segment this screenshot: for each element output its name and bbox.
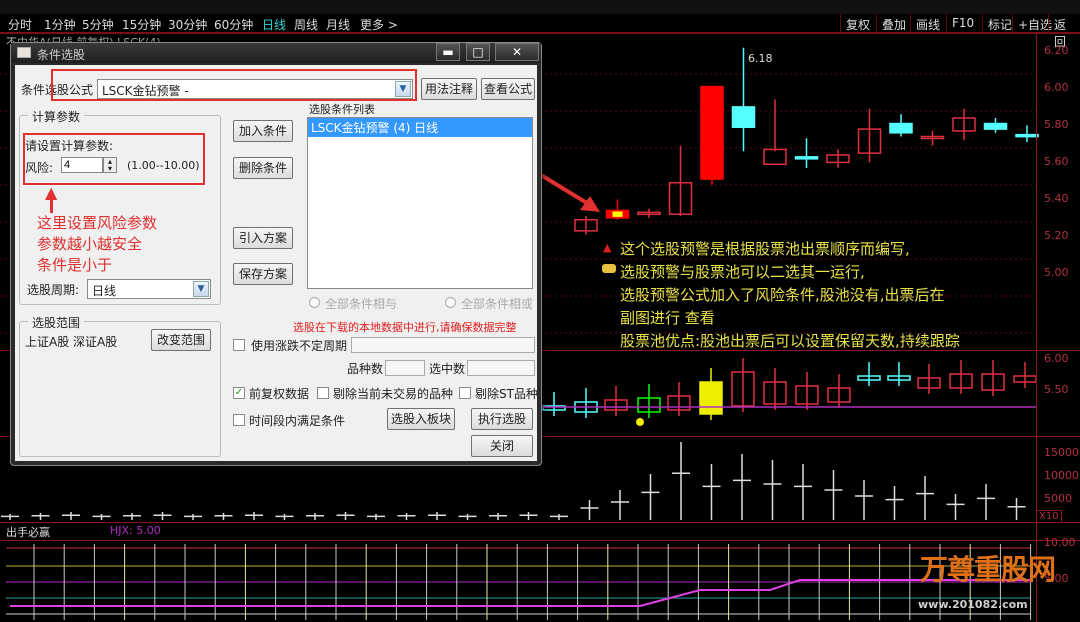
pane-divider xyxy=(0,522,1080,523)
axis-tick-label: 15000 xyxy=(1044,446,1079,459)
axis-tick-label: 5000 xyxy=(1044,492,1072,505)
condition-list-item[interactable]: LSCK金钻预警 (4) 日线 xyxy=(308,118,532,137)
maximize-button[interactable]: □ xyxy=(466,43,490,61)
exclude-untraded-checkbox[interactable] xyxy=(317,387,329,399)
watermark-logo: 万尊重股网 xyxy=(920,553,1056,586)
peak-label: 6.18 xyxy=(748,52,773,65)
scope-group-title: 选股范围 xyxy=(28,314,85,331)
period-label: 选股周期: xyxy=(27,283,80,297)
annotation-line: 条件是小于 xyxy=(37,256,113,274)
exclude-st-checkbox[interactable] xyxy=(459,387,471,399)
pane-divider xyxy=(0,540,1080,541)
highlight-box xyxy=(23,133,205,185)
axis-tick-label: 5.40 xyxy=(1044,192,1069,205)
delete-condition-button[interactable]: 删除条件 xyxy=(233,157,293,179)
variable-period-field[interactable] xyxy=(351,337,535,353)
exclude-st-label: 剔除ST品种 xyxy=(475,387,538,401)
chart-annotation: 这个选股预警是根据股票池出票顺序而编写, xyxy=(620,240,910,258)
chart-annotation: 选股预警公式加入了风险条件,股池没有,出票后在 xyxy=(620,286,945,304)
save-plan-button[interactable]: 保存方案 xyxy=(233,263,293,285)
candle-body xyxy=(700,85,724,180)
highlight-box xyxy=(51,69,417,101)
radio-and[interactable] xyxy=(309,297,320,308)
condition-list-title: 选股条件列表 xyxy=(309,103,375,116)
close-button[interactable]: 关闭 xyxy=(471,435,533,457)
dialog-title: 条件选股 xyxy=(37,48,86,62)
axis-tick-label: 6.00 xyxy=(1044,81,1069,94)
axis-tick-label: 6.20 xyxy=(1044,44,1069,57)
radio-or-label: 全部条件相或 xyxy=(461,297,534,311)
chart-annotation: 副图进行 查看 xyxy=(620,309,715,327)
usage-notes-button[interactable]: 用法注释 xyxy=(421,78,477,100)
candle-body xyxy=(763,148,787,165)
variety-count-label: 品种数 xyxy=(347,362,384,376)
variable-period-checkbox[interactable] xyxy=(233,339,245,351)
candle-body xyxy=(889,122,913,134)
period-select[interactable]: 日线 ▼ xyxy=(87,279,211,299)
app-icon xyxy=(17,47,31,58)
axis-tick-label: 10000 xyxy=(1044,469,1079,482)
condition-stock-selection-dialog: 条件选股 ▬ □ ✕ 条件选股公式 LSCK金钻预警 - ▼ 用法注释 查看公式… xyxy=(10,42,542,466)
indicator-line xyxy=(10,579,1030,607)
axis-tick-label: 5.50 xyxy=(1044,383,1069,396)
forward-adjust-label: 前复权数据 xyxy=(249,387,310,401)
view-formula-button[interactable]: 查看公式 xyxy=(481,78,535,100)
volume-unit: X10 xyxy=(1036,510,1062,523)
triangle-icon: ▲ xyxy=(603,241,612,254)
params-group-title: 计算参数 xyxy=(28,108,85,125)
axis-tick-label: 5.60 xyxy=(1044,155,1069,168)
chevron-down-icon[interactable]: ▼ xyxy=(193,281,209,297)
exclude-untraded-label: 剔除当前未交易的品种 xyxy=(333,387,454,401)
radio-or[interactable] xyxy=(445,297,456,308)
candle-body xyxy=(731,106,756,129)
period-value: 日线 xyxy=(92,284,117,298)
axis-tick-label: 5.80 xyxy=(1044,118,1069,131)
indicator-param: HJX: 5.00 xyxy=(110,524,161,537)
minimize-button[interactable]: ▬ xyxy=(436,43,460,61)
signal-marker xyxy=(612,211,623,217)
annotation-line: 参数越小越安全 xyxy=(37,235,143,253)
period-satisfy-label: 时间段内满足条件 xyxy=(249,414,346,428)
candle-body xyxy=(983,122,1008,130)
indicator-name: 出手必赢 xyxy=(6,526,50,539)
scope-value: 上证A股 深证A股 xyxy=(25,335,118,349)
dialog-body: 条件选股公式 LSCK金钻预警 - ▼ 用法注释 查看公式 计算参数 请设置计算… xyxy=(15,65,538,461)
axis-tick-label: 5.20 xyxy=(1044,229,1069,242)
risk-annotation: 这里设置风险参数 参数越小越安全 条件是小于 xyxy=(37,213,157,276)
annotation-line: 这里设置风险参数 xyxy=(37,214,158,232)
axis-tick-label: 6.00 xyxy=(1044,352,1069,365)
variable-period-label: 使用涨跌不定周期 xyxy=(251,339,348,353)
radio-and-label: 全部条件相与 xyxy=(325,297,398,311)
dialog-titlebar[interactable]: 条件选股 ▬ □ ✕ xyxy=(11,43,541,63)
data-warning: 选股在下载的本地数据中进行,请确保数据完整 xyxy=(293,321,517,334)
chart-annotation: 股票池优点:股池出票后可以设置保留天数,持续跟踪 xyxy=(620,332,960,350)
watermark-url: www.201082.com xyxy=(918,598,1028,611)
period-satisfy-checkbox[interactable] xyxy=(233,414,245,426)
gold-ingot-icon xyxy=(602,264,616,273)
axis-divider xyxy=(1036,34,1037,622)
forward-adjust-checkbox[interactable]: ✓ xyxy=(233,387,245,399)
candle-body xyxy=(794,156,819,160)
chart-annotation: 选股预警与股票池可以二选其一运行, xyxy=(620,263,865,281)
import-plan-button[interactable]: 引入方案 xyxy=(233,227,293,249)
variety-count-field xyxy=(385,360,425,376)
signal-dot xyxy=(636,418,644,426)
selected-count-label: 选中数 xyxy=(429,362,466,376)
arrow-up-shaft xyxy=(50,199,53,213)
selected-count-field xyxy=(467,360,535,376)
add-condition-button[interactable]: 加入条件 xyxy=(233,120,293,142)
axis-tick-label: 5.00 xyxy=(1044,266,1069,279)
condition-list[interactable]: LSCK金钻预警 (4) 日线 xyxy=(307,117,533,289)
close-window-button[interactable]: ✕ xyxy=(495,43,539,61)
to-block-button[interactable]: 选股入板块 xyxy=(387,408,455,430)
candle-body xyxy=(1015,133,1039,138)
sub-candle-body xyxy=(699,381,723,415)
execute-selection-button[interactable]: 执行选股 xyxy=(471,408,533,430)
change-scope-button[interactable]: 改变范围 xyxy=(151,329,211,351)
